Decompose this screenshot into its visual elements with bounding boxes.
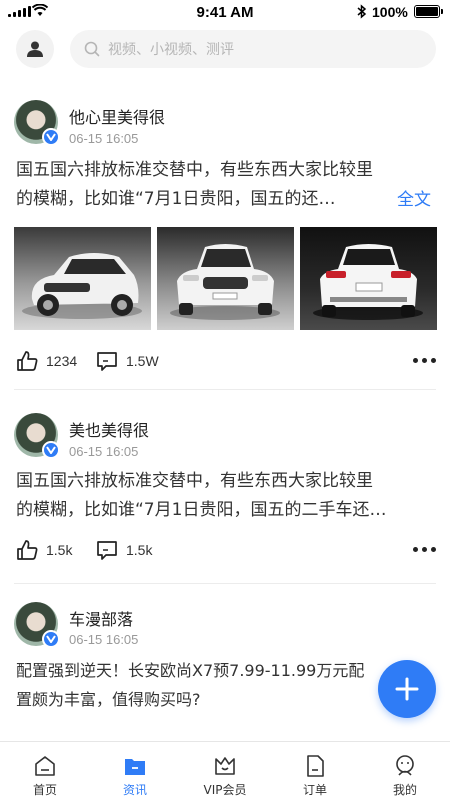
author-avatar[interactable] (14, 602, 60, 648)
author-avatar[interactable] (14, 100, 60, 146)
comment-button[interactable]: 1.5k (96, 539, 152, 561)
home-icon (35, 756, 55, 776)
thumbs-up-icon (17, 540, 38, 560)
divider (14, 389, 436, 390)
battery-icon (414, 5, 443, 18)
bottom-tab-bar: 首页 资讯 VIP会员 订单 我的 (0, 741, 450, 800)
header: 视频、小视频、测评 (0, 28, 450, 72)
tab-label: VIP会员 (203, 783, 247, 797)
battery-percent: 100% (372, 4, 408, 20)
like-button[interactable]: 1.5k (16, 539, 72, 561)
tab-label: 我的 (392, 783, 417, 797)
order-icon (307, 755, 324, 777)
post-text-line: 的模糊，比如谁“7月1日贵阳，国五的二手车还… (16, 500, 387, 520)
feed-post[interactable]: 他心里美得很 06-15 16:05 国五国六排放标准交替中，有些东西大家比较里… (0, 98, 450, 388)
tab-label: 资讯 (122, 783, 147, 797)
author-name[interactable]: 美也美得很 (69, 417, 149, 441)
bluetooth-icon (357, 4, 367, 19)
author-name[interactable]: 车漫部落 (69, 606, 133, 630)
status-bar: 9:41 AM 100% (0, 0, 450, 24)
like-count: 1.5k (46, 542, 73, 558)
post-text-line: 国五国六排放标准交替中，有些东西大家比较里 (16, 471, 373, 491)
user-avatar-button[interactable] (16, 30, 54, 68)
post-text-line: 置颇为丰富，值得购买吗? (16, 690, 201, 709)
verified-badge-icon (42, 441, 60, 459)
post-image[interactable] (14, 227, 151, 330)
comment-icon (97, 541, 117, 560)
divider (14, 583, 436, 584)
post-text-line: 的模糊，比如谁“7月1日贵阳，国五的还… (16, 189, 336, 209)
author-avatar[interactable] (14, 413, 60, 459)
search-icon (84, 41, 100, 57)
verified-badge-icon (42, 630, 60, 648)
feed-post[interactable]: 车漫部落 06-15 16:05 配置强到逆天！长安欧尚X7预7.99-11.9… (0, 600, 450, 740)
news-icon (125, 759, 145, 775)
search-bar[interactable]: 视频、小视频、测评 (70, 30, 436, 68)
more-options-icon[interactable] (413, 358, 436, 363)
full-text-link[interactable]: 全文 (397, 185, 431, 210)
vip-icon (215, 757, 235, 775)
tab-label: 首页 (32, 783, 57, 797)
post-actions: 1234 1.5W (16, 350, 436, 374)
post-text-line: 国五国六排放标准交替中，有些东西大家比较里 (16, 160, 373, 180)
car-front-left-image (22, 253, 142, 319)
comment-button[interactable]: 1.5W (96, 350, 159, 372)
search-placeholder: 视频、小视频、测评 (108, 42, 234, 58)
comment-count: 1.5k (126, 542, 153, 558)
post-text[interactable]: 国五国六排放标准交替中，有些东西大家比较里 的模糊，比如谁“7月1日贵阳，国五的… (16, 156, 436, 214)
post-image[interactable] (157, 227, 294, 330)
thumbs-up-icon (17, 351, 38, 371)
verified-badge-icon (42, 128, 60, 146)
like-count: 1234 (46, 353, 78, 369)
tab-news[interactable]: 资讯 (90, 742, 180, 800)
post-text[interactable]: 国五国六排放标准交替中，有些东西大家比较里 的模糊，比如谁“7月1日贵阳，国五的… (16, 467, 436, 525)
tab-label: 订单 (302, 783, 327, 797)
tab-home[interactable]: 首页 (0, 742, 90, 800)
post-actions: 1.5k 1.5k (16, 539, 436, 563)
post-image[interactable] (300, 227, 437, 330)
post-text[interactable]: 配置强到逆天！长安欧尚X7预7.99-11.99万元配 置颇为丰富，值得购买吗? (16, 656, 436, 714)
feed-post[interactable]: 美也美得很 06-15 16:05 国五国六排放标准交替中，有些东西大家比较里 … (0, 411, 450, 581)
post-time: 06-15 16:05 (69, 131, 139, 146)
post-images (14, 227, 437, 330)
more-options-icon[interactable] (413, 547, 436, 552)
comment-icon (97, 352, 117, 371)
car-front-image (170, 244, 280, 320)
author-name[interactable]: 他心里美得很 (69, 104, 165, 128)
plus-icon (395, 677, 419, 701)
profile-icon (396, 755, 414, 776)
post-time: 06-15 16:05 (69, 444, 139, 459)
tab-vip[interactable]: VIP会员 (180, 742, 270, 800)
comment-count: 1.5W (126, 353, 159, 369)
post-text-line: 配置强到逆天！长安欧尚X7预7.99-11.99万元配 (16, 661, 365, 680)
tab-orders[interactable]: 订单 (270, 742, 360, 800)
post-time: 06-15 16:05 (69, 632, 139, 647)
create-post-button[interactable] (378, 660, 436, 718)
like-button[interactable]: 1234 (16, 350, 77, 372)
tab-profile[interactable]: 我的 (360, 742, 450, 800)
user-icon (27, 41, 43, 57)
car-rear-image (313, 244, 423, 320)
